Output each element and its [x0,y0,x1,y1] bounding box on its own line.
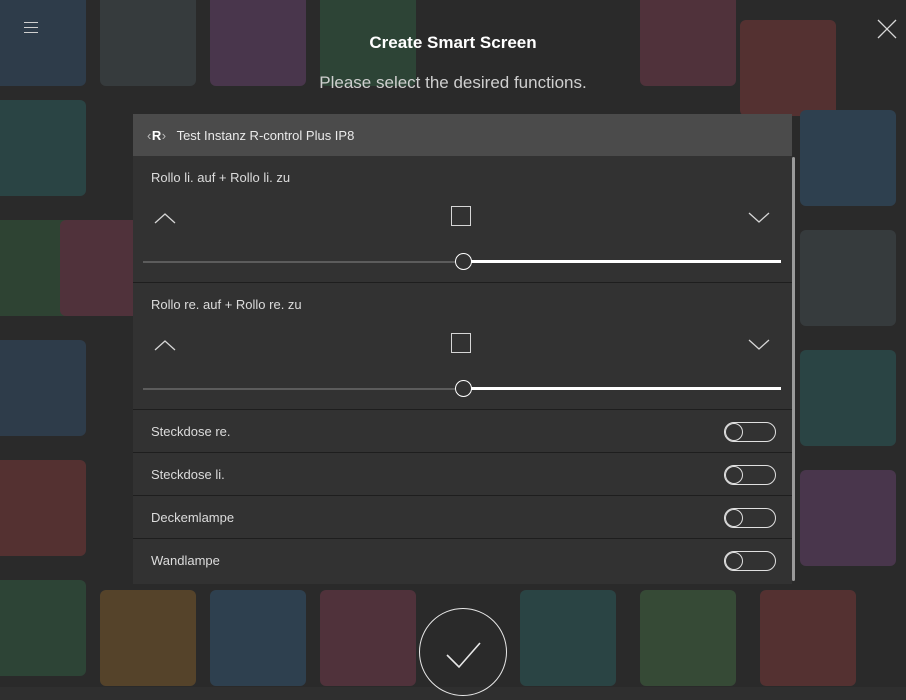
page-subtitle: Please select the desired functions. [319,73,587,92]
switch-label: Steckdose re. [151,423,231,439]
chevron-up-icon[interactable] [153,337,177,353]
stop-square-icon[interactable] [451,206,471,226]
shutter-label: Rollo re. auf + Rollo re. zu [151,297,302,312]
toggle-switch[interactable] [724,508,776,528]
page-title: Create Smart Screen [369,33,537,52]
device-logo-icon: ‹R› [147,127,167,143]
switch-row: Deckemlampe [133,496,792,539]
switch-row: Steckdose re. [133,410,792,453]
stop-square-icon[interactable] [451,333,471,353]
slider-track-left [143,261,455,263]
function-selection-panel: ‹R› Test Instanz R-control Plus IP8 Roll… [133,114,792,584]
device-name: Test Instanz R-control Plus IP8 [176,127,355,143]
chevron-down-icon[interactable] [747,337,771,353]
switch-label: Steckdose li. [151,466,225,482]
toggle-switch[interactable] [724,551,776,571]
switch-label: Deckemlampe [151,509,235,525]
switch-row: Steckdose li. [133,453,792,496]
slider-thumb[interactable] [455,253,472,270]
confirm-button[interactable] [419,608,507,696]
chevron-down-icon[interactable] [747,210,771,226]
slider-track-right [471,387,781,390]
switch-row: Wandlampe [133,539,792,581]
shutter-control-right: Rollo re. auf + Rollo re. zu [133,283,792,410]
switch-label: Wandlampe [151,552,220,568]
device-header: ‹R› Test Instanz R-control Plus IP8 [133,114,792,156]
shutter-label: Rollo li. auf + Rollo li. zu [151,170,291,185]
toggle-switch[interactable] [724,465,776,485]
chevron-up-icon[interactable] [153,210,177,226]
panel-scrollbar[interactable] [792,157,795,581]
slider-track-left [143,388,455,390]
shutter-position-slider[interactable] [143,379,783,399]
shutter-position-slider[interactable] [143,252,783,272]
toggle-switch[interactable] [724,422,776,442]
slider-thumb[interactable] [455,380,472,397]
shutter-control-left: Rollo li. auf + Rollo li. zu [133,156,792,283]
slider-track-right [471,260,781,263]
checkmark-icon [446,642,481,669]
